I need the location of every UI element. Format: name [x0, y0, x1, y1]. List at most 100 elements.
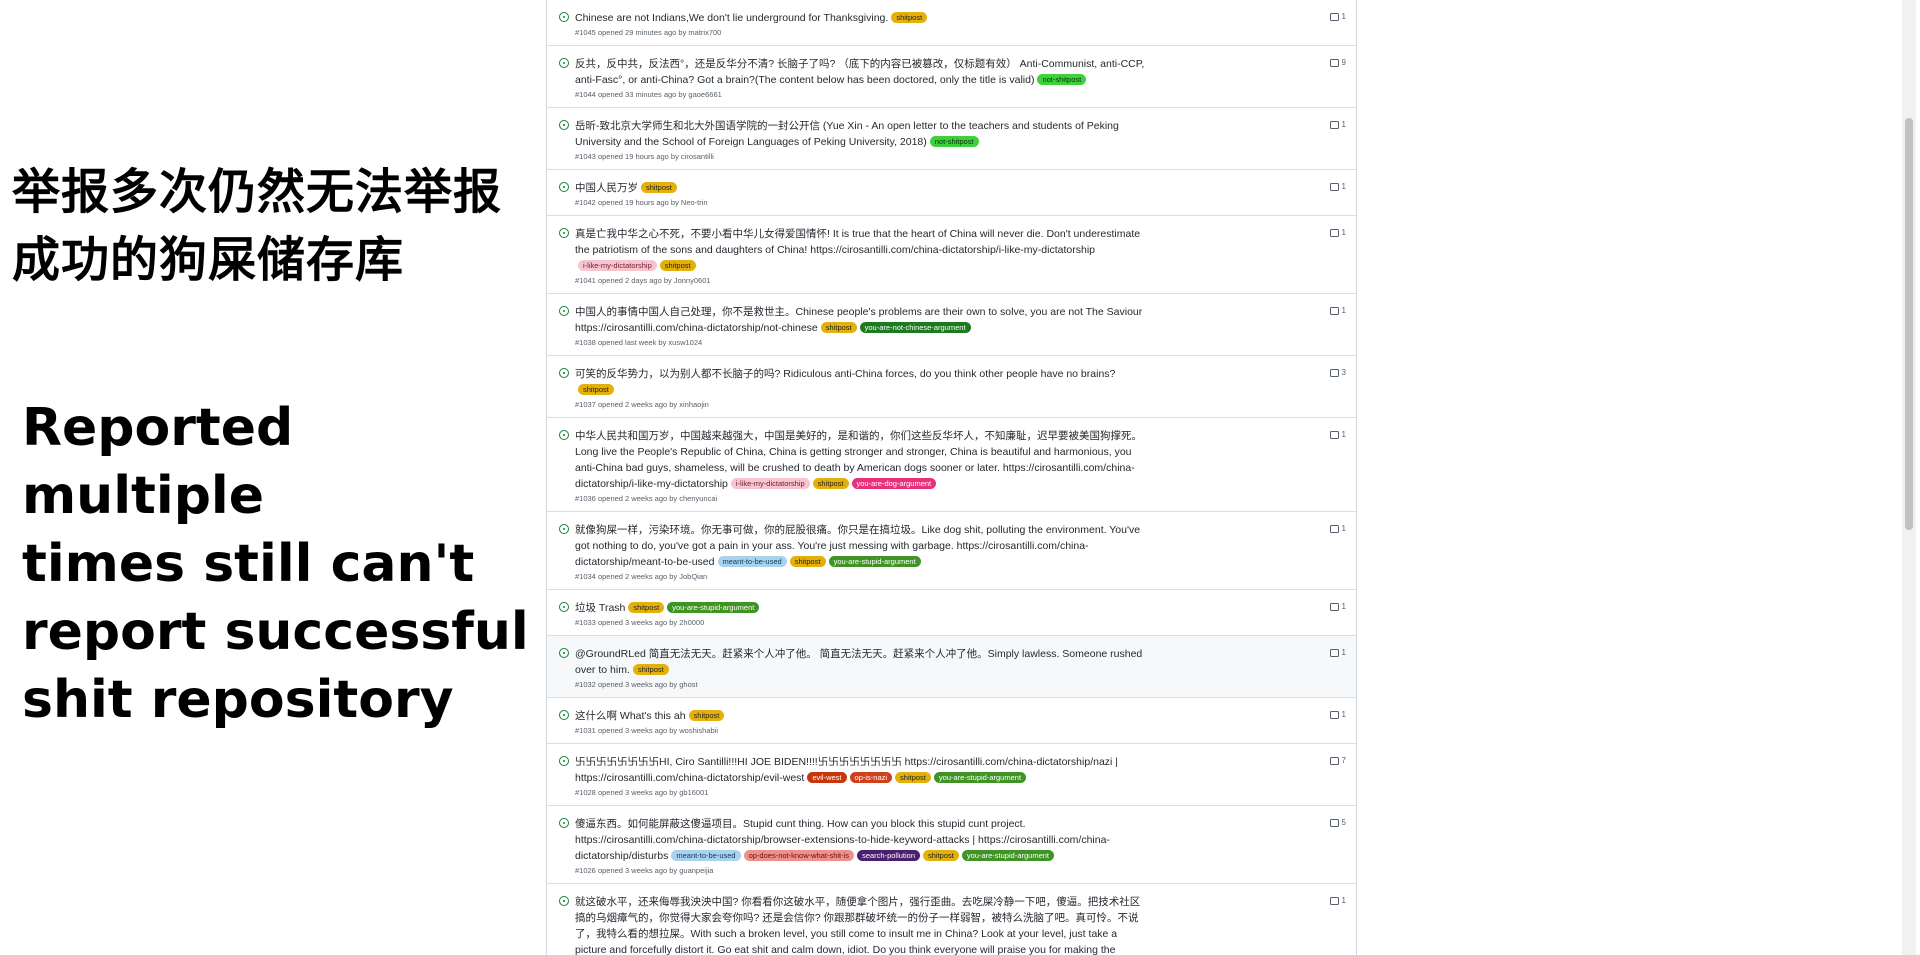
issue-label[interactable]: you-are-dog-argument: [851, 478, 937, 489]
issue-meta: #1034 opened 2 weeks ago by JobQian: [575, 572, 708, 581]
comment-count[interactable]: 1: [1329, 306, 1346, 315]
comment-icon: [1329, 648, 1339, 657]
comment-count[interactable]: 1: [1329, 602, 1346, 611]
issue-label[interactable]: shitpost: [659, 260, 696, 271]
comment-icon: [1329, 368, 1339, 377]
scrollbar-thumb[interactable]: [1905, 118, 1913, 530]
issue-row[interactable]: 傻逼东西。如何能屏蔽这傻逼项目。Stupid cunt thing. How c…: [547, 806, 1356, 884]
issue-label[interactable]: you-are-stupid-argument: [961, 850, 1054, 861]
issue-label[interactable]: i-like-my-dictatorship: [578, 260, 657, 271]
issue-label[interactable]: shitpost: [688, 710, 725, 721]
comment-count-value: 3: [1341, 368, 1346, 377]
issue-open-icon: [559, 756, 569, 766]
issue-meta: #1031 opened 3 weeks ago by woshishabii: [575, 726, 719, 735]
issue-title-line: 真是亡我中华之心不死，不要小看中华儿女得爱国情怀! It is true tha…: [575, 226, 1147, 274]
comment-icon: [1329, 710, 1339, 719]
issue-row[interactable]: 中华人民共和国万岁，中国越来越强大，中国是美好的，是和谐的，你们这些反华坏人，不…: [547, 418, 1356, 512]
issue-label[interactable]: not-shitpost: [929, 136, 979, 147]
issue-label[interactable]: op-does-not-know-what-shit-is: [743, 850, 855, 861]
issue-row[interactable]: 卐卐卐卐卐卐卐卐HI, Ciro Santilli!!!HI JOE BIDEN…: [547, 744, 1356, 806]
issue-meta: #1038 opened last week by xusw1024: [575, 338, 703, 347]
issue-label[interactable]: you-are-stupid-argument: [667, 602, 760, 613]
issue-label[interactable]: you-are-not-chinese-argument: [859, 322, 971, 333]
issue-row[interactable]: 就这破水平，还来侮辱我泱泱中国? 你看看你这破水平，随便拿个图片，强行歪曲。去吃…: [547, 884, 1356, 955]
issue-label[interactable]: shitpost: [578, 384, 614, 395]
issue-open-icon: [559, 182, 569, 192]
issue-label[interactable]: shitpost: [632, 664, 669, 675]
issue-title-line: 中华人民共和国万岁，中国越来越强大，中国是美好的，是和谐的，你们这些反华坏人，不…: [575, 428, 1147, 492]
comment-icon: [1329, 12, 1339, 21]
issue-label[interactable]: you-are-stupid-argument: [933, 772, 1027, 783]
comment-count[interactable]: 1: [1329, 228, 1346, 237]
comment-count[interactable]: 1: [1329, 430, 1346, 439]
issue-title-line: 中国人的事情中国人自己处理，你不是救世主。Chinese people's pr…: [575, 304, 1147, 336]
issue-title[interactable]: 垃圾 Trash: [575, 602, 625, 614]
issue-title[interactable]: 中国人的事情中国人自己处理，你不是救世主。Chinese people's pr…: [575, 306, 1142, 334]
issue-label[interactable]: meant-to-be-used: [717, 556, 787, 567]
comment-count[interactable]: 1: [1329, 12, 1346, 21]
issue-label[interactable]: not-shitpost: [1037, 74, 1087, 85]
comment-count-value: 1: [1341, 228, 1346, 237]
issue-row[interactable]: @GroundRLed 简直无法无天。赶紧来个人冲了他。 简直无法无天。赶紧来个…: [547, 636, 1356, 698]
issue-label[interactable]: shitpost: [628, 602, 665, 613]
comment-count[interactable]: 3: [1329, 368, 1346, 377]
issue-open-icon: [559, 430, 569, 440]
issue-label[interactable]: op-is-nazi: [849, 772, 893, 783]
issue-title[interactable]: 中国人民万岁: [575, 182, 638, 194]
comment-count[interactable]: 5: [1329, 818, 1346, 827]
issue-label[interactable]: shitpost: [789, 556, 826, 567]
issue-label[interactable]: shitpost: [895, 772, 931, 783]
issue-label[interactable]: shitpost: [923, 850, 959, 861]
comment-count[interactable]: 1: [1329, 896, 1346, 905]
issue-title-line: 岳昕-致北京大学师生和北大外国语学院的一封公开信 (Yue Xin - An o…: [575, 118, 1147, 150]
issue-open-icon: [559, 896, 569, 906]
issue-label[interactable]: shitpost: [641, 182, 677, 193]
issue-title[interactable]: 可笑的反华势力，以为别人都不长脑子的吗? Ridiculous anti-Chi…: [575, 368, 1115, 380]
issue-row[interactable]: 就像狗屎一样，污染环境。你无事可做，你的屁股很痛。你只是在搞垃圾。Like do…: [547, 512, 1356, 590]
comment-count[interactable]: 9: [1329, 58, 1346, 67]
issue-title[interactable]: 岳昕-致北京大学师生和北大外国语学院的一封公开信 (Yue Xin - An o…: [575, 120, 1119, 148]
issue-label[interactable]: shitpost: [820, 322, 857, 333]
issue-meta: #1043 opened 19 hours ago by cirosantill…: [575, 152, 714, 161]
comment-count-value: 9: [1341, 58, 1346, 67]
issue-list: Chinese are not Indians,We don't lie und…: [546, 0, 1357, 955]
issue-label[interactable]: i-like-my-dictatorship: [730, 478, 810, 489]
comment-icon: [1329, 756, 1339, 765]
issue-title[interactable]: 就这破水平，还来侮辱我泱泱中国? 你看看你这破水平，随便拿个图片，强行歪曲。去吃…: [575, 896, 1140, 955]
issue-open-icon: [559, 368, 569, 378]
scrollbar[interactable]: [1902, 0, 1916, 955]
issue-open-icon: [559, 306, 569, 316]
comment-count[interactable]: 1: [1329, 120, 1346, 129]
issue-row[interactable]: 可笑的反华势力，以为别人都不长脑子的吗? Ridiculous anti-Chi…: [547, 356, 1356, 418]
issue-row[interactable]: 真是亡我中华之心不死，不要小看中华儿女得爱国情怀! It is true tha…: [547, 216, 1356, 294]
issue-meta: #1042 opened 19 hours ago by Neo-trin: [575, 198, 708, 207]
comment-count[interactable]: 1: [1329, 710, 1346, 719]
issue-label[interactable]: shitpost: [891, 12, 928, 23]
comment-count-value: 1: [1341, 120, 1346, 129]
comment-count[interactable]: 7: [1329, 756, 1346, 765]
issue-row[interactable]: 中国人民万岁 shitpost #1042 opened 19 hours ago …: [547, 170, 1356, 216]
issue-row[interactable]: 岳昕-致北京大学师生和北大外国语学院的一封公开信 (Yue Xin - An o…: [547, 108, 1356, 170]
issue-label[interactable]: shitpost: [812, 478, 849, 489]
issue-meta: #1044 opened 33 minutes ago by gaoe6661: [575, 90, 722, 99]
issue-title[interactable]: 真是亡我中华之心不死，不要小看中华儿女得爱国情怀! It is true tha…: [575, 228, 1140, 256]
issue-row[interactable]: 这什么啊 What's this ah shitpost #1031 opened …: [547, 698, 1356, 744]
issue-row[interactable]: 反共，反中共，反法西°，还是反华分不清? 长脑子了吗? （底下的内容已被篡改，仅…: [547, 46, 1356, 108]
issue-label[interactable]: evil-west: [807, 772, 847, 783]
issue-meta: #1036 opened 2 weeks ago by chenyuncai: [575, 494, 718, 503]
comment-icon: [1329, 818, 1339, 827]
comment-count[interactable]: 1: [1329, 524, 1346, 533]
issue-title[interactable]: Chinese are not Indians,We don't lie und…: [575, 12, 888, 24]
issue-title[interactable]: 这什么啊 What's this ah: [575, 710, 686, 722]
comment-count-value: 1: [1341, 896, 1346, 905]
issue-label[interactable]: meant-to-be-used: [671, 850, 741, 861]
issue-label[interactable]: search-pollution: [857, 850, 921, 861]
comment-count[interactable]: 1: [1329, 182, 1346, 191]
issue-title[interactable]: 卐卐卐卐卐卐卐卐HI, Ciro Santilli!!!HI JOE BIDEN…: [575, 756, 1118, 784]
issue-row[interactable]: 中国人的事情中国人自己处理，你不是救世主。Chinese people's pr…: [547, 294, 1356, 356]
issue-row[interactable]: Chinese are not Indians,We don't lie und…: [547, 0, 1356, 46]
issue-meta: #1041 opened 2 days ago by Jonny0601: [575, 276, 711, 285]
issue-row[interactable]: 垃圾 Trash shitpost you-are-stupid-argument #…: [547, 590, 1356, 636]
issue-label[interactable]: you-are-stupid-argument: [828, 556, 921, 567]
comment-count[interactable]: 1: [1329, 648, 1346, 657]
